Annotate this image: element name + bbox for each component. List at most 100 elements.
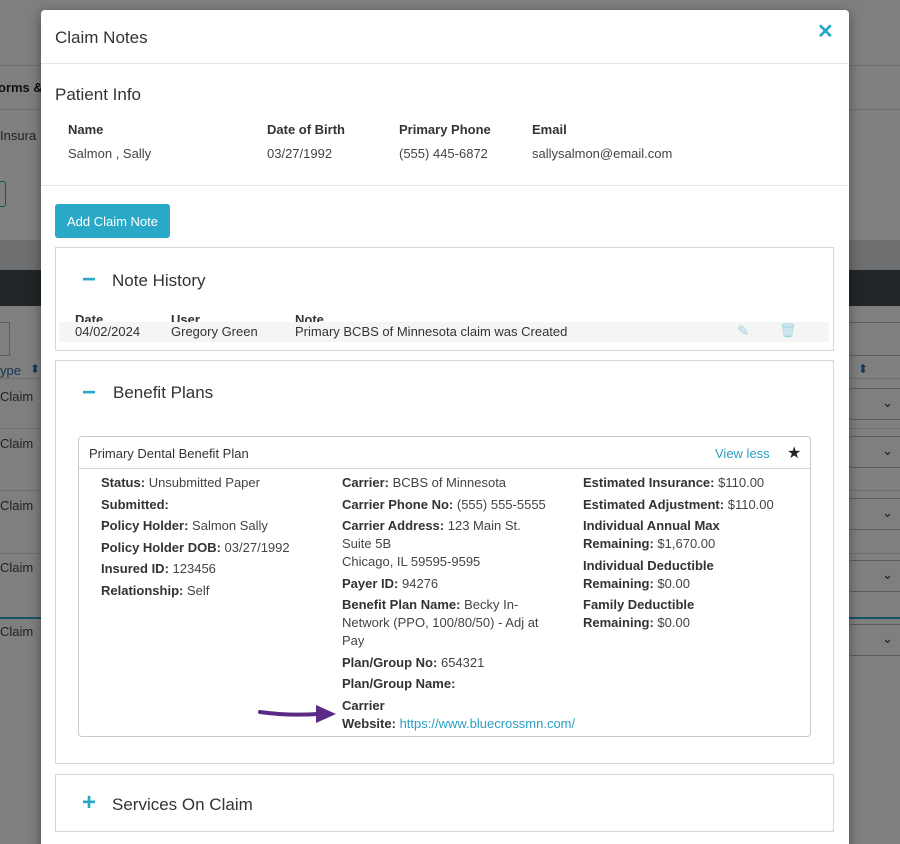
services-on-claim-title[interactable]: Services On Claim — [112, 795, 253, 815]
ind-annual-max-label-line1: Individual Annual Max — [583, 518, 720, 533]
patient-email-value: sallysalmon@email.com — [532, 146, 673, 161]
plan-name: Primary Dental Benefit Plan — [89, 446, 249, 461]
status-value: Unsubmitted Paper — [148, 475, 260, 490]
ind-deductible-value: $0.00 — [657, 576, 690, 591]
ind-annual-max-value: $1,670.00 — [657, 536, 716, 551]
policy-holder-value: Salmon Sally — [192, 518, 268, 533]
fam-deductible-field: Family Deductible Remaining: $0.00 — [583, 596, 694, 632]
est-insurance-field: Estimated Insurance: $110.00 — [583, 474, 764, 492]
carrier-website-label-line1: Carrier — [342, 698, 385, 713]
policy-holder-dob-value: 03/27/1992 — [224, 540, 290, 555]
carrier-website-field: Carrier Website: https://www.bluecrossmn… — [342, 697, 602, 733]
collapse-icon[interactable]: − — [82, 268, 96, 292]
submitted-label: Submitted: — [101, 497, 169, 512]
note-text-cell: Primary BCBS of Minnesota claim was Crea… — [295, 324, 568, 339]
patient-phone-value: (555) 445-6872 — [399, 146, 488, 161]
plan-group-name-field: Plan/Group Name: — [342, 675, 455, 693]
carrier-phone-field: Carrier Phone No: (555) 555-5555 — [342, 496, 546, 514]
carrier-value: BCBS of Minnesota — [392, 475, 507, 490]
insured-id-field: Insured ID: 123456 — [101, 560, 216, 578]
benefit-plan-name-line1: Becky In- — [464, 597, 519, 612]
ind-deductible-label-line1: Individual Deductible — [583, 558, 714, 573]
insured-id-label: Insured ID: — [101, 561, 169, 576]
status-label: Status: — [101, 475, 146, 490]
policy-holder-dob-label: Policy Holder DOB: — [101, 540, 221, 555]
add-claim-note-button[interactable]: Add Claim Note — [55, 204, 170, 238]
trash-icon[interactable]: 🗑 — [779, 322, 797, 339]
benefit-plan-name-line3: Pay — [342, 633, 365, 648]
policy-holder-label: Policy Holder: — [101, 518, 189, 533]
payer-id-value: 94276 — [402, 576, 439, 591]
carrier-address-line1: 123 Main St. — [447, 518, 521, 533]
benefit-plan-name-line2: Network (PPO, 100/80/50) - Adj at — [342, 615, 539, 630]
modal-header: Claim Notes ✕ — [41, 10, 849, 64]
fam-deductible-label-line2: Remaining: — [583, 615, 654, 630]
benefit-plan-name-field: Benefit Plan Name: Becky In- Network (PP… — [342, 596, 557, 650]
carrier-address-label: Carrier Address: — [342, 518, 445, 533]
patient-email-group: Email sallysalmon@email.com — [532, 122, 672, 161]
benefit-plans-title[interactable]: Benefit Plans — [113, 383, 213, 403]
close-icon[interactable]: ✕ — [817, 22, 834, 42]
carrier-website-link[interactable]: https://www.bluecrossmn.com/ — [400, 716, 576, 731]
ind-annual-max-label-line2: Remaining: — [583, 536, 654, 551]
est-insurance-value: $110.00 — [718, 475, 765, 490]
plan-card-header: Primary Dental Benefit Plan View less ★ — [79, 437, 810, 469]
status-field: Status: Unsubmitted Paper — [101, 474, 260, 492]
patient-name-label: Name — [68, 122, 104, 137]
section-divider — [41, 185, 849, 186]
note-history-title[interactable]: Note History — [112, 271, 206, 291]
policy-holder-field: Policy Holder: Salmon Sally — [101, 517, 268, 535]
note-user-cell: Gregory Green — [171, 324, 258, 339]
carrier-phone-label: Carrier Phone No: — [342, 497, 454, 512]
benefit-plan-card: Primary Dental Benefit Plan View less ★ … — [78, 436, 811, 737]
fam-deductible-label-line1: Family Deductible — [583, 597, 695, 612]
relationship-label: Relationship: — [101, 583, 184, 598]
ind-annual-max-field: Individual Annual Max Remaining: $1,670.… — [583, 517, 720, 553]
patient-phone-group: Primary Phone (555) 445-6872 — [399, 122, 491, 161]
carrier-address-field: Carrier Address: 123 Main St. Suite 5B C… — [342, 517, 552, 571]
carrier-address-line2: Suite 5B — [342, 536, 392, 551]
payer-id-field: Payer ID: 94276 — [342, 575, 438, 593]
carrier-field: Carrier: BCBS of Minnesota — [342, 474, 506, 492]
ind-deductible-label-line2: Remaining: — [583, 576, 654, 591]
annotation-arrow-icon — [258, 705, 336, 723]
insured-id-value: 123456 — [172, 561, 216, 576]
carrier-website-label-line2: Website: — [342, 716, 396, 731]
patient-dob-label: Date of Birth — [267, 122, 345, 137]
expand-icon[interactable]: + — [82, 791, 96, 815]
benefit-plan-name-label: Benefit Plan Name: — [342, 597, 461, 612]
patient-email-label: Email — [532, 122, 567, 137]
plan-group-no-field: Plan/Group No: 654321 — [342, 654, 484, 672]
policy-holder-dob-field: Policy Holder DOB: 03/27/1992 — [101, 539, 290, 557]
est-adjustment-label: Estimated Adjustment: — [583, 497, 725, 512]
patient-dob-value: 03/27/1992 — [267, 146, 333, 161]
plan-group-no-value: 654321 — [440, 655, 485, 670]
star-icon[interactable]: ★ — [787, 443, 801, 463]
patient-dob-group: Date of Birth 03/27/1992 — [267, 122, 345, 161]
submitted-field: Submitted: — [101, 496, 169, 514]
est-insurance-label: Estimated Insurance: — [583, 475, 715, 490]
ind-deductible-field: Individual Deductible Remaining: $0.00 — [583, 557, 714, 593]
plan-group-name-label: Plan/Group Name: — [342, 676, 456, 691]
plan-group-no-label: Plan/Group No: — [342, 655, 438, 670]
edit-icon[interactable]: ✎ — [737, 322, 750, 340]
note-date-cell: 04/02/2024 — [75, 324, 141, 339]
claim-notes-modal: Claim Notes ✕ Patient Info Name Salmon ,… — [41, 10, 849, 844]
relationship-field: Relationship: Self — [101, 582, 209, 600]
carrier-address-line3: Chicago, IL 59595-9595 — [342, 554, 481, 569]
patient-info-title: Patient Info — [55, 85, 142, 104]
patient-phone-label: Primary Phone — [399, 122, 491, 137]
payer-id-label: Payer ID: — [342, 576, 399, 591]
patient-name-group: Name Salmon , Sally — [68, 122, 151, 161]
fam-deductible-value: $0.00 — [657, 615, 690, 630]
modal-title: Claim Notes — [55, 28, 148, 47]
patient-name-value: Salmon , Sally — [68, 146, 152, 161]
est-adjustment-field: Estimated Adjustment: $110.00 — [583, 496, 774, 514]
carrier-label: Carrier: — [342, 475, 389, 490]
view-less-link[interactable]: View less — [715, 446, 770, 461]
services-on-claim-panel: + Services On Claim — [55, 774, 834, 832]
est-adjustment-value: $110.00 — [727, 497, 774, 512]
relationship-value: Self — [186, 583, 210, 598]
carrier-phone-value: (555) 555-5555 — [456, 497, 546, 512]
collapse-icon[interactable]: − — [82, 381, 96, 405]
